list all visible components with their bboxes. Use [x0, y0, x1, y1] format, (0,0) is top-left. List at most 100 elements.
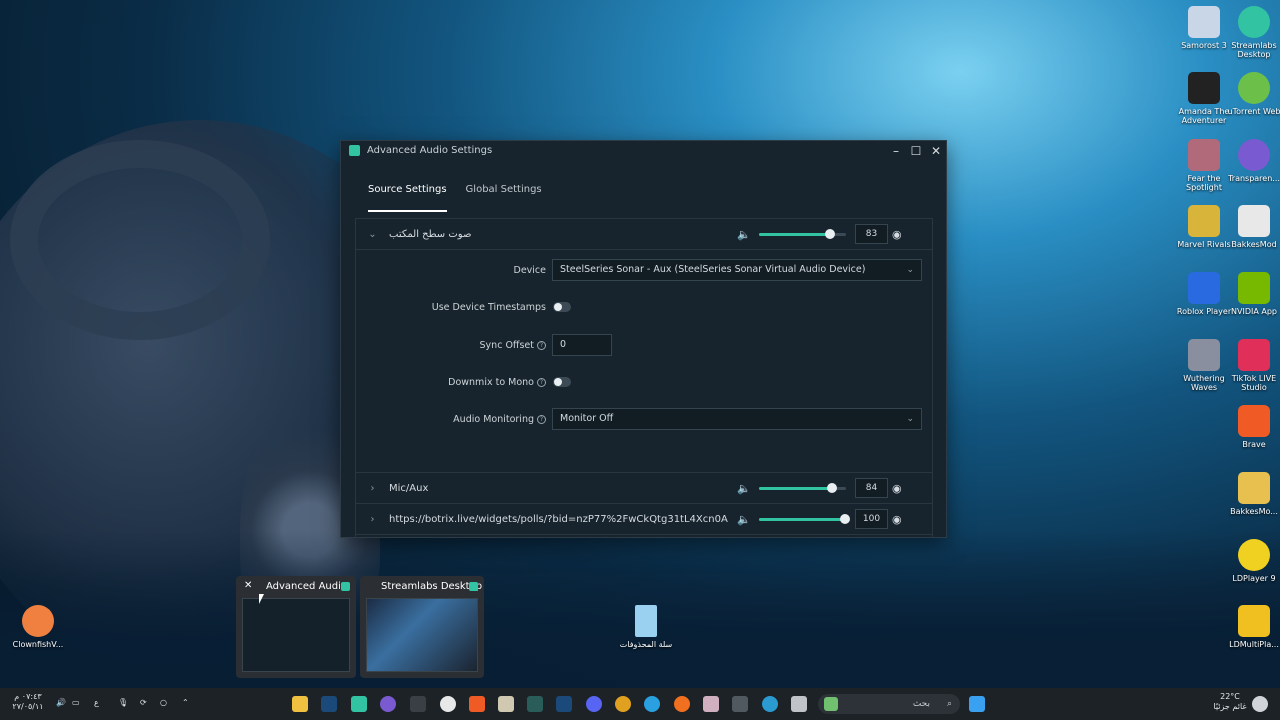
chevron-right-icon[interactable]: ›: [356, 483, 389, 494]
desktop-icon-wuthering-waves[interactable]: Wuthering Waves: [1176, 339, 1232, 392]
mouse-cursor-icon: [259, 594, 264, 604]
source-row-desktop-audio[interactable]: ⌄ صوت سطح المكتب 🔈 83 ◉: [356, 219, 932, 250]
desktop-icon-fear-spotlight[interactable]: Fear the Spotlight: [1176, 139, 1232, 192]
source-row-mic-aux[interactable]: › Mic/Aux 🔈 84 ◉: [356, 473, 932, 504]
source-settings-expanded: Device SteelSeries Sonar - Aux (SteelSer…: [356, 250, 932, 473]
eye-icon[interactable]: ◉: [892, 513, 902, 526]
volume-input[interactable]: 100: [855, 509, 888, 529]
recycle-bin-icon: [635, 605, 657, 637]
desktop-icon-marvel-rivals[interactable]: Marvel Rivals: [1176, 205, 1232, 249]
edge-icon[interactable]: [762, 696, 778, 712]
device-select[interactable]: SteelSeries Sonar - Aux (SteelSeries Son…: [552, 259, 922, 281]
close-icon[interactable]: ✕: [244, 580, 252, 591]
help-icon[interactable]: ?: [537, 378, 546, 387]
brave-icon: [1238, 405, 1270, 437]
game-taskbar-icon[interactable]: [498, 696, 514, 712]
steam-taskbar-icon[interactable]: [556, 696, 572, 712]
brave-taskbar-icon[interactable]: [469, 696, 485, 712]
chevron-down-icon[interactable]: ⌄: [356, 229, 389, 240]
desktop-icon-recycle-bin[interactable]: سلة المحذوفات: [618, 605, 674, 649]
eye-icon[interactable]: ◉: [892, 228, 902, 241]
search-box[interactable]: بحث ⌕: [818, 694, 960, 714]
file-explorer-icon[interactable]: [292, 696, 308, 712]
streamlabs-icon: [341, 582, 350, 591]
desktop-icon-ldplayer[interactable]: LDPlayer 9: [1226, 539, 1280, 583]
tray-app-icon[interactable]: ○: [160, 698, 167, 708]
volume-slider[interactable]: [759, 228, 846, 239]
speaker-icon[interactable]: 🔈: [737, 513, 751, 526]
chrome-icon[interactable]: [615, 696, 631, 712]
game-icon: [1188, 205, 1220, 237]
sync-offset-input[interactable]: 0: [552, 334, 612, 356]
desktop-icon-transparent[interactable]: Transparen...: [1226, 139, 1280, 183]
mic-tray-icon[interactable]: 🎙: [118, 698, 128, 708]
eye-icon[interactable]: ◉: [892, 482, 902, 495]
game-icon: [1188, 139, 1220, 171]
desktop-icon-ldmultiplayer[interactable]: LDMultiPla...: [1226, 605, 1280, 649]
chat-app-icon[interactable]: [380, 696, 396, 712]
window-taskbar-icon[interactable]: [791, 696, 807, 712]
desktop-icon-nvidia[interactable]: NVIDIA App: [1226, 272, 1280, 316]
wallpaper-tentacle: [10, 140, 270, 340]
monitoring-select[interactable]: Monitor Off ⌄: [552, 408, 922, 430]
desktop-icon-amanda[interactable]: Amanda The Adventurer: [1176, 72, 1232, 125]
sync-tray-icon[interactable]: ⟳: [140, 698, 147, 708]
speaker-icon[interactable]: 🔈: [737, 482, 751, 495]
chevron-right-icon[interactable]: ›: [356, 514, 389, 525]
desktop-icon-bakkesmod[interactable]: BakkesMod: [1226, 205, 1280, 249]
desktop-icon-clownfish[interactable]: ClownfishV...: [10, 605, 66, 649]
language-indicator[interactable]: ع: [94, 698, 99, 708]
start-button-icon[interactable]: [969, 696, 985, 712]
search-icon: ⌕: [946, 699, 952, 709]
settings-app-icon[interactable]: [440, 696, 456, 712]
help-icon[interactable]: ?: [537, 341, 546, 350]
downmix-toggle[interactable]: [553, 377, 571, 387]
clock[interactable]: ٠٧:٤٣ م ٢٧/٠٥/١١: [8, 692, 48, 712]
volume-slider[interactable]: [759, 482, 846, 493]
weather-widget[interactable]: 22°C غائم جزئيًا: [1210, 692, 1250, 712]
desktop-icon-utorrent[interactable]: uTorrent Web: [1226, 72, 1280, 116]
steam-icon[interactable]: [321, 696, 337, 712]
window-titlebar[interactable]: Advanced Audio Settings – ☐ ✕: [341, 141, 946, 160]
capcut-icon[interactable]: [410, 696, 426, 712]
desktop-icon-tiktok-live[interactable]: TikTok LIVE Studio: [1226, 339, 1280, 392]
desktop-icon-bakkesmod-folder[interactable]: BakkesMo...: [1226, 472, 1280, 516]
task-preview-advanced-audio[interactable]: ✕ Advanced Audi...: [236, 576, 356, 678]
streamlabs-icon: [469, 582, 478, 591]
chat-icon: [1238, 139, 1270, 171]
clownfish-icon: [22, 605, 54, 637]
maximize-icon[interactable]: ☐: [906, 144, 926, 158]
streamlabs-logo-icon: [349, 145, 360, 156]
chevron-up-icon[interactable]: ⌃: [182, 698, 189, 708]
close-icon[interactable]: ✕: [926, 144, 946, 158]
tab-global-settings[interactable]: Global Settings: [466, 184, 542, 212]
source-row-botrix[interactable]: › https://botrix.live/widgets/polls/?bid…: [356, 504, 932, 535]
desktop-icon-roblox[interactable]: Roblox Player: [1176, 272, 1232, 316]
firefox-icon[interactable]: [674, 696, 690, 712]
speaker-icon[interactable]: 🔈: [737, 228, 751, 241]
folder-icon: [1238, 472, 1270, 504]
tiktok-icon: [1238, 339, 1270, 371]
volume-slider[interactable]: [759, 513, 850, 524]
timestamps-toggle[interactable]: [553, 302, 571, 312]
game-taskbar-icon[interactable]: [703, 696, 719, 712]
tab-source-settings[interactable]: Source Settings: [368, 184, 447, 212]
help-icon[interactable]: ?: [537, 415, 546, 424]
taskbar: ٠٧:٤٣ م ٢٧/٠٥/١١ 🔊 ▭ ع 🎙 ⟳ ○ ⌃ 22°C غائم ج…: [0, 688, 1280, 720]
app-taskbar-icon[interactable]: [732, 696, 748, 712]
desktop-icon-samorost[interactable]: Samorost 3: [1176, 6, 1232, 50]
sources-panel: ⌄ صوت سطح المكتب 🔈 83 ◉ Device SteelSeri…: [355, 218, 933, 538]
minimize-icon[interactable]: –: [886, 144, 906, 158]
network-tray-icon[interactable]: ▭: [72, 698, 80, 708]
desktop-icon-streamlabs[interactable]: Streamlabs Desktop: [1226, 6, 1280, 59]
volume-input[interactable]: 84: [855, 478, 888, 498]
chevron-down-icon: ⌄: [906, 414, 914, 424]
volume-tray-icon[interactable]: 🔊: [56, 698, 66, 708]
volume-input[interactable]: 83: [855, 224, 888, 244]
streamlabs-taskbar-icon[interactable]: [351, 696, 367, 712]
desktop-icon-brave[interactable]: Brave: [1226, 405, 1280, 449]
discord-icon[interactable]: [586, 696, 602, 712]
task-preview-streamlabs[interactable]: Streamlabs Desktop: [360, 576, 484, 678]
epic-icon[interactable]: [527, 696, 543, 712]
telegram-icon[interactable]: [644, 696, 660, 712]
